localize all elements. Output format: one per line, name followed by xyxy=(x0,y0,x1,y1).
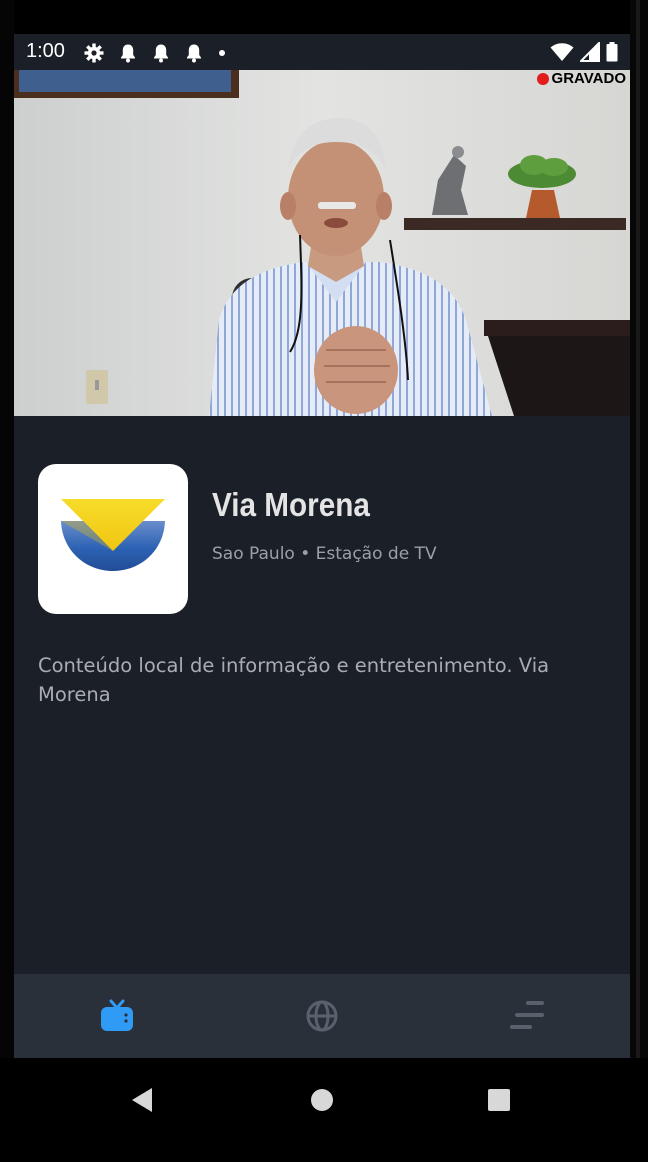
via-morena-logo-icon xyxy=(61,499,165,571)
status-bar: 1:00 xyxy=(14,34,630,70)
dot-icon xyxy=(218,49,226,57)
app-screen: 1:00 GRAVADO Via Morena Sao Paulo • Esta… xyxy=(14,34,630,1058)
device-bezel-right xyxy=(630,0,648,1162)
notification-bell-icon xyxy=(185,43,203,63)
record-dot-icon xyxy=(536,72,549,85)
battery-icon xyxy=(606,42,618,62)
status-time: 1:00 xyxy=(26,40,65,62)
system-navigation-bar xyxy=(0,1058,648,1162)
channel-description: Conteúdo local de informação e entreteni… xyxy=(38,654,550,706)
globe-icon xyxy=(306,1000,337,1032)
notification-bell-icon xyxy=(119,43,137,63)
settings-icon xyxy=(84,43,104,63)
channel-title: Via Morena xyxy=(212,486,370,523)
home-icon xyxy=(311,1089,333,1111)
notification-bell-icon xyxy=(152,43,170,63)
nav-tab-menu[interactable] xyxy=(424,974,629,1058)
system-home-button[interactable] xyxy=(302,1080,342,1120)
recents-icon xyxy=(488,1089,510,1111)
nav-tab-explore[interactable] xyxy=(219,974,424,1058)
cell-signal-icon xyxy=(580,42,600,62)
system-recents-button[interactable] xyxy=(479,1080,519,1120)
back-icon xyxy=(132,1088,152,1112)
system-back-button[interactable] xyxy=(122,1080,162,1120)
video-frame xyxy=(14,70,630,416)
recording-badge: GRAVADO xyxy=(536,70,626,87)
sort-lines-icon xyxy=(509,1001,544,1029)
video-player[interactable]: GRAVADO xyxy=(14,70,630,416)
nav-tab-tv[interactable] xyxy=(14,974,219,1058)
channel-logo xyxy=(38,464,188,614)
wifi-icon xyxy=(550,42,574,62)
channel-meta: Sao Paulo • Estação de TV xyxy=(212,544,437,564)
device-bezel-left xyxy=(0,0,14,1162)
recording-label: GRAVADO xyxy=(551,70,626,87)
tv-icon xyxy=(100,999,133,1031)
bottom-navigation xyxy=(14,974,630,1058)
